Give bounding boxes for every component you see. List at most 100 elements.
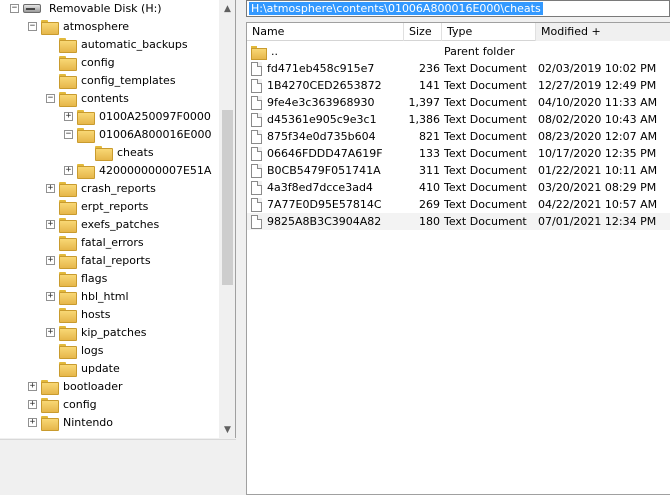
- tree-item[interactable]: − contents: [46, 89, 131, 107]
- file-name: ..: [271, 45, 278, 58]
- tree-item[interactable]: update: [46, 359, 122, 377]
- tree-item[interactable]: config_templates: [46, 71, 178, 89]
- expand-icon[interactable]: +: [46, 219, 55, 229]
- file-row[interactable]: .. Parent folder: [247, 43, 670, 60]
- tree-scroll-thumb[interactable]: [222, 110, 233, 285]
- expand-icon[interactable]: +: [28, 417, 37, 427]
- column-header-type[interactable]: Type: [442, 23, 536, 41]
- folder-icon: [77, 127, 95, 143]
- file-size: 269: [419, 198, 440, 211]
- file-name: 875f34e0d735b604: [267, 130, 376, 143]
- tree-item-label: flags: [81, 271, 108, 285]
- tree-item[interactable]: − Removable Disk (H:): [10, 0, 164, 17]
- folder-icon: [59, 289, 77, 305]
- file-row[interactable]: 9fe4e3c363968930 1,397 Text Document 04/10/…: [247, 94, 670, 111]
- list-header: Name Size Type Modified +: [247, 23, 670, 41]
- tree-item[interactable]: + exefs_patches: [46, 215, 161, 233]
- tree-item[interactable]: + crash_reports: [46, 179, 158, 197]
- collapse-icon[interactable]: −: [46, 93, 55, 103]
- tree-item-label: config_templates: [81, 73, 176, 87]
- tree-scrollbar[interactable]: ▲ ▼: [219, 0, 235, 438]
- collapse-icon[interactable]: −: [64, 129, 73, 139]
- file-row[interactable]: B0CB5479F051741A 311 Text Document 01/22/20…: [247, 162, 670, 179]
- collapse-icon[interactable]: −: [10, 3, 19, 13]
- expand-icon[interactable]: +: [46, 255, 55, 265]
- file-row[interactable]: d45361e905c9e3c1 1,386 Text Document 08/02/…: [247, 111, 670, 128]
- tree-item[interactable]: fatal_errors: [46, 233, 146, 251]
- tree-item[interactable]: + Nintendo: [28, 413, 115, 431]
- tree-item[interactable]: logs: [46, 341, 106, 359]
- tree-item-label: hbl_html: [81, 289, 129, 303]
- file-size: 410: [419, 181, 440, 194]
- tree-item[interactable]: hosts: [46, 305, 112, 323]
- folder-icon: [59, 73, 77, 89]
- column-header-size[interactable]: Size: [404, 23, 442, 41]
- folder-icon: [41, 415, 59, 431]
- file-name: 06646FDDD47A619F: [267, 147, 383, 160]
- tree-item[interactable]: + bootloader: [28, 377, 125, 395]
- tree-item-label: Nintendo: [63, 415, 114, 429]
- expand-icon[interactable]: +: [28, 399, 37, 409]
- expand-icon[interactable]: +: [64, 111, 73, 121]
- tree-item[interactable]: cheats: [82, 143, 156, 161]
- file-type: Text Document: [444, 79, 527, 92]
- column-header-name[interactable]: Name: [247, 23, 404, 41]
- file-modified: 07/01/2021 12:34 PM: [538, 215, 657, 228]
- file-type: Text Document: [444, 62, 527, 75]
- document-icon: [251, 95, 262, 110]
- file-size: 821: [419, 130, 440, 143]
- tree-item[interactable]: + kip_patches: [46, 323, 148, 341]
- file-name-cell: fd471eb458c915e7: [251, 60, 406, 77]
- folder-tree[interactable]: − Removable Disk (H:) − atmosphere automatic…: [0, 0, 236, 438]
- tree-item[interactable]: +0100A250097F0000: [64, 107, 213, 125]
- tree-item[interactable]: − atmosphere: [28, 17, 131, 35]
- tree-item[interactable]: + fatal_reports: [46, 251, 153, 269]
- file-name-cell: 7A77E0D95E57814C: [251, 196, 406, 213]
- column-header-modified[interactable]: Modified +: [536, 23, 670, 41]
- file-type: Text Document: [444, 96, 527, 109]
- folder-icon: [95, 145, 113, 161]
- column-header-name-label: Name: [252, 25, 285, 38]
- expand-icon[interactable]: +: [46, 183, 55, 193]
- file-row[interactable]: 875f34e0d735b604 821 Text Document 08/23/20…: [247, 128, 670, 145]
- file-row[interactable]: 9825A8B3C3904A82 180 Text Document 07/01/20…: [247, 213, 670, 230]
- tree-item[interactable]: config: [46, 53, 117, 71]
- expand-icon[interactable]: +: [64, 165, 73, 175]
- tree-item[interactable]: flags: [46, 269, 109, 287]
- file-row[interactable]: fd471eb458c915e7 236 Text Document 02/03/20…: [247, 60, 670, 77]
- file-type: Text Document: [444, 198, 527, 211]
- file-type: Text Document: [444, 130, 527, 143]
- expand-icon[interactable]: +: [46, 327, 55, 337]
- file-size: 1,397: [408, 96, 441, 109]
- file-modified: 01/22/2021 10:11 AM: [538, 164, 658, 177]
- tree-item[interactable]: erpt_reports: [46, 197, 150, 215]
- file-modified: 08/23/2020 12:07 AM: [538, 130, 658, 143]
- folder-icon: [59, 217, 77, 233]
- file-row[interactable]: 1B4270CED2653872 141 Text Document 12/27/20…: [247, 77, 670, 94]
- tree-item[interactable]: − 01006A800016E000: [64, 125, 213, 143]
- expand-icon[interactable]: +: [46, 291, 55, 301]
- file-list[interactable]: Name Size Type Modified + .. Parent folde…: [246, 22, 670, 495]
- file-row[interactable]: 06646FDDD47A619F 133 Text Document 10/17/20…: [247, 145, 670, 162]
- tree-item[interactable]: + config: [28, 395, 99, 413]
- file-row[interactable]: 4a3f8ed7dcce3ad4 410 Text Document 03/20/20…: [247, 179, 670, 196]
- file-type: Text Document: [444, 147, 527, 160]
- tree-item-label: 0100A250097F0000: [99, 109, 211, 123]
- folder-icon: [59, 361, 77, 377]
- scroll-down-arrow-icon[interactable]: ▼: [219, 421, 235, 438]
- tree-item-label: config: [63, 397, 97, 411]
- left-status-area: [0, 439, 236, 495]
- collapse-icon[interactable]: −: [28, 21, 37, 31]
- scroll-up-arrow-icon[interactable]: ▲: [219, 0, 235, 17]
- path-input[interactable]: H:\atmosphere\contents\01006A800016E000\…: [246, 0, 670, 17]
- folder-icon: [59, 91, 77, 107]
- tree-item[interactable]: + hbl_html: [46, 287, 131, 305]
- tree-item[interactable]: automatic_backups: [46, 35, 190, 53]
- tree-item[interactable]: +420000000007E51A: [64, 161, 213, 179]
- file-row[interactable]: 7A77E0D95E57814C 269 Text Document 04/22/20…: [247, 196, 670, 213]
- expand-icon[interactable]: +: [28, 381, 37, 391]
- file-modified: 03/20/2021 08:29 PM: [538, 181, 657, 194]
